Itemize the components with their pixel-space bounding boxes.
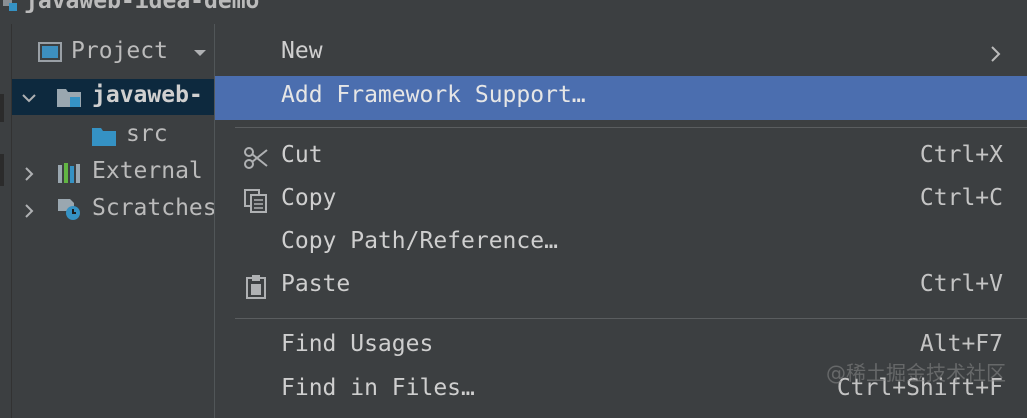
submenu-arrow-icon: [991, 46, 1001, 62]
menu-item-shortcut: Ctrl+V: [919, 271, 1003, 297]
tree-node-scratches[interactable]: Scratches: [12, 192, 217, 228]
source-folder-icon: [92, 128, 116, 146]
menu-item-label: Cut: [281, 142, 323, 168]
menu-item-add-framework-support[interactable]: Add Framework Support…: [215, 76, 1027, 120]
copy-icon: [244, 189, 267, 213]
menu-item-shortcut: Ctrl+X: [919, 142, 1003, 168]
menu-item-label: Copy Path/Reference…: [281, 228, 558, 254]
menu-item-new[interactable]: New: [215, 32, 1027, 76]
tree-node-label: src: [126, 121, 168, 147]
project-logo-icon: [3, 0, 17, 11]
libraries-icon: [58, 163, 80, 183]
chevron-right-icon[interactable]: [21, 166, 37, 182]
dropdown-arrow-icon[interactable]: [192, 48, 208, 58]
project-view-icon: [38, 42, 62, 62]
title-bar: javaweb-idea-demo: [0, 0, 1027, 22]
project-panel-title: Project: [71, 38, 168, 64]
tree-node-label: External: [92, 158, 203, 184]
menu-separator: [235, 318, 1027, 319]
chevron-right-icon[interactable]: [21, 203, 37, 219]
menu-item-copy-path-reference[interactable]: Copy Path/Reference…: [215, 222, 1027, 266]
tree-node-label: Scratches: [92, 195, 217, 221]
clipboard-icon: [246, 275, 266, 299]
strip-tab[interactable]: [0, 154, 4, 186]
menu-item-label: Find in Files…: [281, 375, 475, 401]
project-panel: Project javaweb- src External Scratches: [12, 24, 217, 418]
tree-node-src[interactable]: src: [12, 118, 214, 154]
menu-item-label: Paste: [281, 271, 351, 297]
tree-node-project-root[interactable]: javaweb-: [12, 79, 214, 115]
menu-item-label: New: [281, 38, 323, 64]
menu-item-label: Add Framework Support…: [281, 82, 586, 108]
menu-item-shortcut: Alt+F7: [919, 331, 1003, 357]
window-title: javaweb-idea-demo: [24, 0, 260, 14]
menu-separator: [235, 127, 1027, 128]
menu-item-shortcut: Ctrl+C: [919, 185, 1003, 211]
tool-window-strip: [0, 24, 12, 418]
menu-item-label: Copy: [281, 185, 337, 211]
menu-item-paste[interactable]: Paste Ctrl+V: [215, 265, 1027, 309]
tree-node-label: javaweb-: [92, 82, 203, 108]
module-folder-icon: [57, 89, 81, 107]
scissors-icon: [244, 147, 268, 169]
watermark: @稀土掘金技术社区: [826, 361, 1006, 385]
menu-item-copy[interactable]: Copy Ctrl+C: [215, 179, 1027, 223]
tree-node-external-libraries[interactable]: External: [12, 155, 214, 191]
menu-item-cut[interactable]: Cut Ctrl+X: [215, 136, 1027, 180]
menu-item-label: Find Usages: [281, 331, 434, 357]
chevron-down-icon[interactable]: [21, 90, 37, 106]
strip-tab[interactable]: [0, 94, 4, 122]
project-panel-header[interactable]: Project: [12, 24, 214, 78]
scratches-icon: [58, 199, 80, 220]
